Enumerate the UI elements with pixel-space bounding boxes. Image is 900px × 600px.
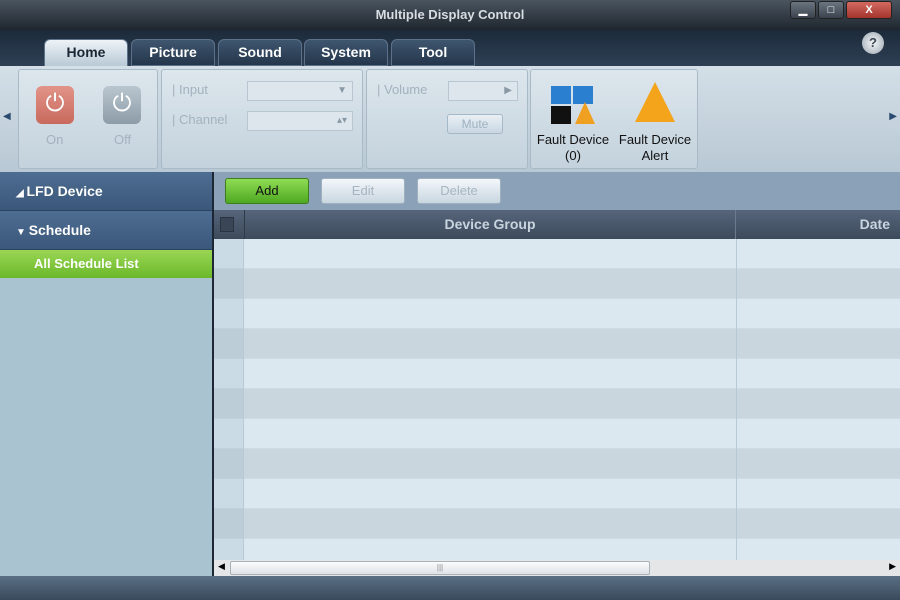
- power-on-icon[interactable]: ⏻: [36, 86, 74, 124]
- sidebar: ◢ LFD Device ▼ Schedule All Schedule Lis…: [0, 172, 212, 576]
- tab-home[interactable]: Home: [44, 39, 128, 67]
- sidebar-item-lfd-device[interactable]: ◢ LFD Device: [0, 172, 212, 211]
- window-title: Multiple Display Control: [375, 7, 525, 22]
- volume-label: | Volume: [377, 82, 428, 97]
- fault-alert-icon[interactable]: [635, 82, 675, 122]
- table-header: Device Group Date: [214, 210, 900, 239]
- help-icon[interactable]: ?: [862, 32, 884, 54]
- table-row[interactable]: [214, 509, 900, 539]
- sidebar-item-schedule[interactable]: ▼ Schedule: [0, 211, 212, 250]
- power-group: ⏻ On ⏻ Off: [18, 69, 158, 169]
- scroll-left-icon[interactable]: ◀: [3, 111, 11, 122]
- table-row[interactable]: [214, 329, 900, 359]
- fault-device-icon[interactable]: [551, 86, 595, 126]
- table-body: [214, 239, 900, 569]
- volume-group: | Volume ▶ Mute: [366, 69, 528, 169]
- column-date[interactable]: Date: [737, 210, 900, 239]
- ribbon: ◀ ▶ ⏻ On ⏻ Off | Input ▼ | Channel ▴▾ | …: [0, 66, 900, 172]
- input-label: | Input: [172, 82, 208, 97]
- table-row[interactable]: [214, 389, 900, 419]
- power-off-icon[interactable]: ⏻: [103, 86, 141, 124]
- table-row[interactable]: [214, 299, 900, 329]
- scroll-left-arrow-icon[interactable]: ◀: [218, 561, 225, 572]
- mute-button[interactable]: Mute: [447, 114, 503, 134]
- table-row[interactable]: [214, 239, 900, 269]
- table-row[interactable]: [214, 419, 900, 449]
- fault-alert-button[interactable]: Fault Device Alert: [617, 132, 693, 164]
- select-all-checkbox[interactable]: [220, 217, 234, 232]
- table-row[interactable]: [214, 479, 900, 509]
- input-select[interactable]: ▼: [247, 81, 353, 101]
- expanded-triangle-icon: ▼: [16, 227, 29, 238]
- horizontal-scrollbar[interactable]: ◀ ||| ▶: [214, 560, 900, 576]
- close-button[interactable]: X: [846, 1, 892, 19]
- tab-tool[interactable]: Tool: [391, 39, 475, 66]
- scroll-right-arrow-icon[interactable]: ▶: [889, 561, 896, 572]
- collapsed-triangle-icon: ◢: [16, 188, 27, 199]
- title-bar: Multiple Display Control ▁ □ X: [0, 0, 900, 30]
- add-button[interactable]: Add: [225, 178, 309, 204]
- tab-bar: Home Picture Sound System Tool: [0, 30, 900, 67]
- tab-picture[interactable]: Picture: [131, 39, 215, 66]
- tab-sound[interactable]: Sound: [218, 39, 302, 66]
- fault-device-button[interactable]: Fault Device (0): [535, 132, 611, 164]
- minimize-button[interactable]: ▁: [790, 1, 816, 19]
- tab-system[interactable]: System: [304, 39, 388, 66]
- toolbar: Add Edit Delete: [214, 172, 900, 210]
- delete-button[interactable]: Delete: [417, 178, 501, 204]
- sidebar-item-all-schedule-list[interactable]: All Schedule List: [0, 250, 212, 278]
- channel-stepper[interactable]: ▴▾: [247, 111, 353, 131]
- column-device-group[interactable]: Device Group: [244, 210, 736, 239]
- on-label: On: [46, 132, 64, 147]
- table-row[interactable]: [214, 359, 900, 389]
- edit-button[interactable]: Edit: [321, 178, 405, 204]
- table-row[interactable]: [214, 269, 900, 299]
- status-bar: [0, 576, 900, 600]
- off-label: Off: [114, 132, 132, 147]
- fault-group: Fault Device (0) Fault Device Alert: [530, 69, 698, 169]
- volume-slider[interactable]: ▶: [448, 81, 518, 101]
- main-panel: Add Edit Delete Device Group Date ◀ ||| …: [212, 172, 900, 576]
- table-row[interactable]: [214, 449, 900, 479]
- input-group: | Input ▼ | Channel ▴▾: [161, 69, 363, 169]
- channel-label: | Channel: [172, 112, 228, 127]
- scroll-right-icon[interactable]: ▶: [889, 111, 897, 122]
- scrollbar-thumb[interactable]: |||: [230, 561, 650, 575]
- maximize-button[interactable]: □: [818, 1, 844, 19]
